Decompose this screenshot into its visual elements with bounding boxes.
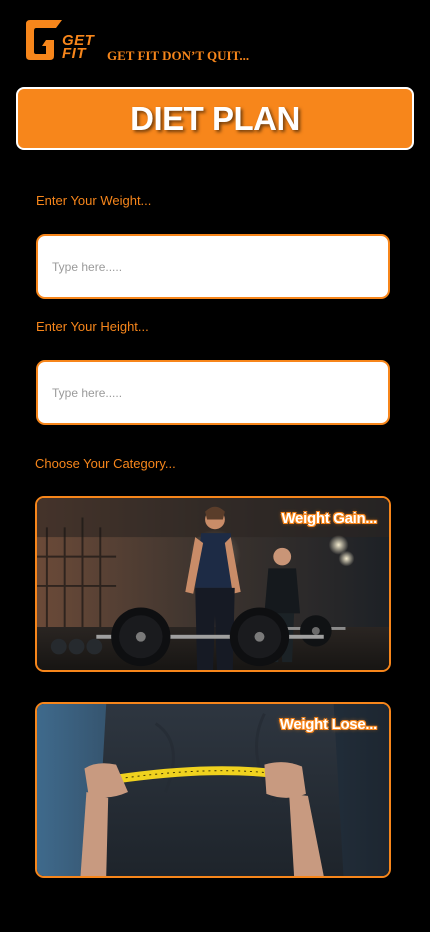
category-label-weight-lose: Weight Lose... xyxy=(279,716,378,733)
height-label: Enter Your Height... xyxy=(36,319,149,334)
category-label-weight-gain: Weight Gain... xyxy=(281,510,377,527)
logo-wordmark: GET FIT xyxy=(62,33,94,61)
tagline: GET FIT DON’T QUIT... xyxy=(107,48,250,63)
weight-label: Enter Your Weight... xyxy=(36,193,152,208)
app-header: GET FIT GET FIT DON’T QUIT... xyxy=(22,18,422,64)
page-title: DIET PLAN xyxy=(130,99,300,137)
weight-field[interactable] xyxy=(36,234,390,299)
height-field[interactable] xyxy=(36,360,390,425)
category-card-weight-lose[interactable]: Weight Lose... xyxy=(35,702,391,878)
category-card-weight-gain[interactable]: Weight Gain... xyxy=(35,496,391,672)
category-label: Choose Your Category... xyxy=(35,456,176,471)
height-input[interactable] xyxy=(38,362,388,423)
page-title-bar: DIET PLAN xyxy=(16,87,414,150)
weight-input[interactable] xyxy=(38,236,388,297)
